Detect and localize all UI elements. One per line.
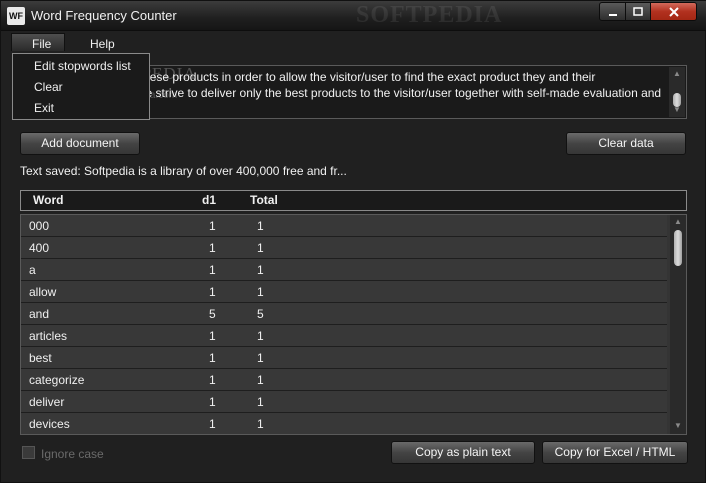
table-row[interactable]: devices 1 1 [21,413,667,434]
copy-excel-html-button[interactable]: Copy for Excel / HTML [542,441,688,464]
table-row[interactable]: a 1 1 [21,259,667,281]
cell-word: best [29,351,52,365]
close-icon [668,6,679,17]
minimize-icon [608,13,617,16]
cell-d1: 1 [209,395,216,409]
cell-d1: 1 [209,373,216,387]
maximize-button[interactable] [625,2,651,21]
table-row[interactable]: allow 1 1 [21,281,667,303]
cell-d1: 1 [209,417,216,431]
cell-total: 5 [257,307,264,321]
cell-word: 000 [29,219,50,233]
table-row[interactable]: deliver 1 1 [21,391,667,413]
scroll-thumb[interactable] [674,230,682,266]
cell-d1: 1 [209,241,216,255]
word-table: 000 1 1 400 1 1 a 1 1 allow 1 1 and 5 5 articles 1 1 best 1… [20,214,687,435]
cell-word: and [29,307,50,321]
close-button[interactable] [650,2,697,21]
column-header-total[interactable]: Total [250,193,278,207]
cell-word: 400 [29,241,50,255]
ignore-case-checkbox[interactable] [22,446,35,459]
menu-item-edit-stopwords[interactable]: Edit stopwords list [13,57,149,78]
scroll-down-icon[interactable]: ▼ [669,103,685,117]
cell-word: categorize [29,373,85,387]
cell-total: 1 [257,417,264,431]
clear-data-button[interactable]: Clear data [566,132,686,155]
app-icon: WF [7,7,25,25]
cell-d1: 1 [209,219,216,233]
menu-file[interactable]: File [11,33,65,51]
table-row[interactable]: articles 1 1 [21,325,667,347]
cell-word: a [29,263,36,277]
window-title: Word Frequency Counter [31,8,177,23]
copy-plain-text-button[interactable]: Copy as plain text [391,441,535,464]
menu-item-exit[interactable]: Exit [13,99,149,120]
cell-d1: 1 [209,285,216,299]
text-scrollbar[interactable]: ▲ ▼ [669,67,685,117]
menu-bar: File Help [1,31,706,53]
cell-total: 1 [257,285,264,299]
cell-total: 1 [257,219,264,233]
table-row[interactable]: and 5 5 [21,303,667,325]
cell-total: 1 [257,351,264,365]
cell-word: deliver [29,395,65,409]
scroll-up-icon[interactable]: ▲ [670,215,686,229]
cell-total: 1 [257,263,264,277]
table-row[interactable]: best 1 1 [21,347,667,369]
menu-help[interactable]: Help [90,37,115,51]
ignore-case-label: Ignore case [41,447,104,461]
cell-d1: 1 [209,351,216,365]
column-header-word[interactable]: Word [33,193,63,207]
table-row[interactable]: 400 1 1 [21,237,667,259]
menu-item-clear[interactable]: Clear [13,78,149,99]
cell-total: 1 [257,395,264,409]
minimize-button[interactable] [599,2,626,21]
cell-total: 1 [257,373,264,387]
table-header: Word d1 Total [20,190,687,211]
status-text: Text saved: Softpedia is a library of ov… [20,164,347,178]
cell-word: devices [29,417,70,431]
cell-word: articles [29,329,68,343]
scroll-up-icon[interactable]: ▲ [669,67,685,81]
cell-word: allow [29,285,57,299]
app-window: WF Word Frequency Counter SOFTPEDIA File… [0,0,706,483]
watermark-text: SOFTPEDIA [356,2,503,28]
add-document-button[interactable]: Add document [20,132,140,155]
cell-total: 1 [257,329,264,343]
table-scrollbar[interactable]: ▲ ▼ [670,215,686,434]
column-header-d1[interactable]: d1 [202,193,216,207]
table-row[interactable]: 000 1 1 [21,215,667,237]
cell-d1: 1 [209,263,216,277]
cell-d1: 5 [209,307,216,321]
cell-total: 1 [257,241,264,255]
scroll-down-icon[interactable]: ▼ [670,419,686,433]
maximize-icon [633,6,643,16]
table-row[interactable]: categorize 1 1 [21,369,667,391]
cell-d1: 1 [209,329,216,343]
title-bar[interactable]: WF Word Frequency Counter SOFTPEDIA [1,1,706,31]
file-dropdown-menu: Edit stopwords list Clear Exit [12,53,150,120]
